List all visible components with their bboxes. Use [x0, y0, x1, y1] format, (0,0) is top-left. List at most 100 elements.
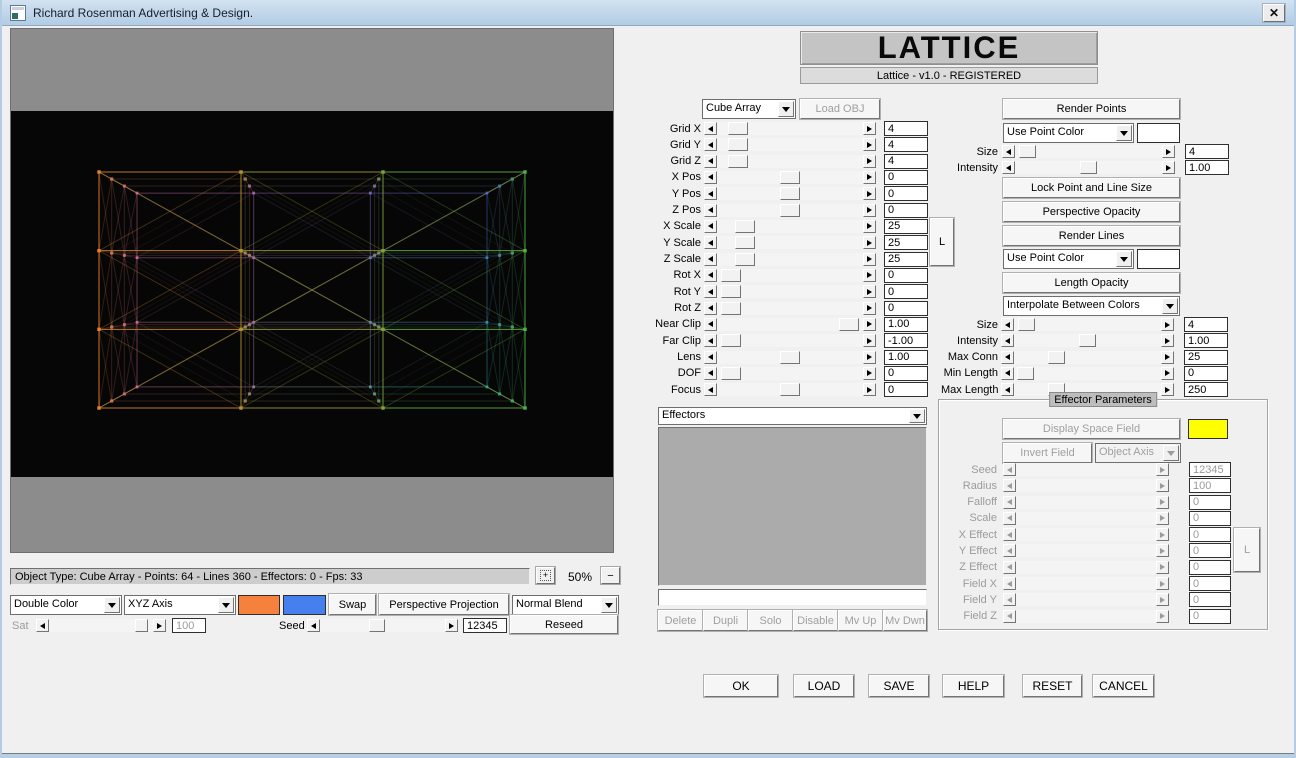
- lens-slider-track[interactable]: [717, 351, 863, 364]
- intensity-increment-button[interactable]: [1162, 161, 1175, 174]
- near-clip-slider-track[interactable]: [717, 318, 863, 331]
- grid-y-value-input[interactable]: 4: [884, 137, 928, 152]
- lens-slider-thumb[interactable]: [780, 351, 800, 364]
- rot-z-increment-button[interactable]: [863, 302, 876, 315]
- scale-link-button[interactable]: L: [930, 218, 954, 266]
- y-scale-value-input[interactable]: 25: [884, 235, 928, 250]
- z-scale-slider-thumb[interactable]: [735, 253, 755, 266]
- chevron-down-icon[interactable]: [1162, 298, 1178, 314]
- intensity-value-input[interactable]: 1.00: [1185, 160, 1229, 175]
- rot-y-slider-thumb[interactable]: [721, 285, 741, 298]
- far-clip-value-input[interactable]: -1.00: [884, 333, 928, 348]
- max-conn-slider-track[interactable]: [1014, 351, 1161, 364]
- far-clip-slider-track[interactable]: [717, 334, 863, 347]
- effectors-list[interactable]: [658, 427, 927, 586]
- z-scale-decrement-button[interactable]: [704, 253, 717, 266]
- chevron-down-icon[interactable]: [909, 409, 925, 423]
- min-length-slider-thumb[interactable]: [1017, 367, 1034, 380]
- z-pos-increment-button[interactable]: [863, 204, 876, 217]
- rot-x-decrement-button[interactable]: [704, 269, 717, 282]
- x-pos-increment-button[interactable]: [863, 171, 876, 184]
- y-pos-slider-track[interactable]: [717, 187, 863, 200]
- titlebar[interactable]: Richard Rosenman Advertising & Design. ✕: [2, 0, 1294, 26]
- chevron-down-icon[interactable]: [218, 597, 234, 613]
- grid-x-increment-button[interactable]: [863, 122, 876, 135]
- lens-decrement-button[interactable]: [704, 351, 717, 364]
- rot-z-decrement-button[interactable]: [704, 302, 717, 315]
- rot-z-slider-thumb[interactable]: [721, 302, 741, 315]
- grid-z-increment-button[interactable]: [863, 155, 876, 168]
- y-pos-increment-button[interactable]: [863, 187, 876, 200]
- chevron-down-icon[interactable]: [601, 597, 617, 613]
- color-b-swatch[interactable]: [283, 595, 326, 615]
- x-pos-slider-thumb[interactable]: [780, 171, 800, 184]
- saturation-slider-thumb[interactable]: [135, 619, 148, 632]
- preview-viewport[interactable]: [10, 28, 614, 553]
- size-slider-track[interactable]: [1014, 318, 1161, 331]
- far-clip-slider-thumb[interactable]: [721, 334, 741, 347]
- z-pos-slider-track[interactable]: [717, 204, 863, 217]
- lens-increment-button[interactable]: [863, 351, 876, 364]
- size-slider-thumb[interactable]: [1019, 145, 1036, 158]
- cancel-button[interactable]: CANCEL: [1093, 675, 1154, 697]
- intensity-decrement-button[interactable]: [1002, 161, 1015, 174]
- grid-z-value-input[interactable]: 4: [884, 154, 928, 169]
- grid-z-decrement-button[interactable]: [704, 155, 717, 168]
- near-clip-slider-thumb[interactable]: [839, 318, 859, 331]
- z-scale-value-input[interactable]: 25: [884, 252, 928, 267]
- size-decrement-button[interactable]: [1001, 318, 1014, 331]
- object-type-select[interactable]: Cube Array: [702, 99, 796, 119]
- render-lines-button[interactable]: Render Lines: [1003, 226, 1180, 246]
- max-length-increment-button[interactable]: [1161, 383, 1174, 396]
- close-button[interactable]: ✕: [1263, 4, 1285, 22]
- zoom-out-button[interactable]: −: [601, 567, 620, 584]
- ok-button[interactable]: OK: [704, 675, 778, 697]
- seed-value-input[interactable]: 12345: [463, 618, 507, 633]
- focus-increment-button[interactable]: [863, 383, 876, 396]
- saturation-decrement-button[interactable]: [36, 619, 49, 632]
- point-color-swatch[interactable]: [1137, 123, 1180, 143]
- rot-y-slider-track[interactable]: [717, 285, 863, 298]
- point-color-mode-select[interactable]: Use Point Color: [1003, 123, 1134, 143]
- intensity-slider-track[interactable]: [1014, 334, 1161, 347]
- grid-x-decrement-button[interactable]: [704, 122, 717, 135]
- chevron-down-icon[interactable]: [1116, 125, 1132, 141]
- max-length-value-input[interactable]: 250: [1184, 382, 1228, 397]
- size-decrement-button[interactable]: [1002, 145, 1015, 158]
- reseed-button[interactable]: Reseed: [510, 615, 618, 634]
- rot-z-slider-track[interactable]: [717, 302, 863, 315]
- perspective-opacity-button[interactable]: Perspective Opacity: [1003, 202, 1180, 222]
- lens-value-input[interactable]: 1.00: [884, 350, 928, 365]
- blend-mode-select[interactable]: Normal Blend: [512, 595, 619, 615]
- grid-x-slider-track[interactable]: [717, 122, 863, 135]
- near-clip-decrement-button[interactable]: [704, 318, 717, 331]
- projection-toggle-button[interactable]: Perspective Projection: [379, 594, 509, 615]
- min-length-slider-track[interactable]: [1014, 367, 1161, 380]
- x-scale-increment-button[interactable]: [863, 220, 876, 233]
- render-points-button[interactable]: Render Points: [1003, 99, 1180, 119]
- color-a-swatch[interactable]: [238, 595, 280, 615]
- zoom-fit-button[interactable]: +: [536, 567, 555, 584]
- intensity-value-input[interactable]: 1.00: [1184, 333, 1228, 348]
- max-length-decrement-button[interactable]: [1001, 383, 1014, 396]
- seed-decrement-button[interactable]: [307, 619, 320, 632]
- seed-increment-button[interactable]: [445, 619, 458, 632]
- focus-value-input[interactable]: 0: [884, 382, 928, 397]
- grid-z-slider-thumb[interactable]: [728, 155, 748, 168]
- x-scale-slider-track[interactable]: [717, 220, 863, 233]
- grid-x-slider-thumb[interactable]: [728, 122, 748, 135]
- x-pos-decrement-button[interactable]: [704, 171, 717, 184]
- far-clip-decrement-button[interactable]: [704, 334, 717, 347]
- z-scale-increment-button[interactable]: [863, 253, 876, 266]
- grid-x-value-input[interactable]: 4: [884, 121, 928, 136]
- grid-y-slider-thumb[interactable]: [728, 138, 748, 151]
- chevron-down-icon[interactable]: [778, 101, 794, 117]
- axis-mode-select[interactable]: XYZ Axis: [124, 595, 236, 615]
- saturation-value-input[interactable]: 100: [172, 618, 206, 633]
- rot-x-slider-thumb[interactable]: [721, 269, 741, 282]
- seed-slider-track[interactable]: [320, 619, 445, 632]
- size-slider-track[interactable]: [1015, 145, 1162, 158]
- min-length-decrement-button[interactable]: [1001, 367, 1014, 380]
- saturation-increment-button[interactable]: [153, 619, 166, 632]
- size-slider-thumb[interactable]: [1018, 318, 1035, 331]
